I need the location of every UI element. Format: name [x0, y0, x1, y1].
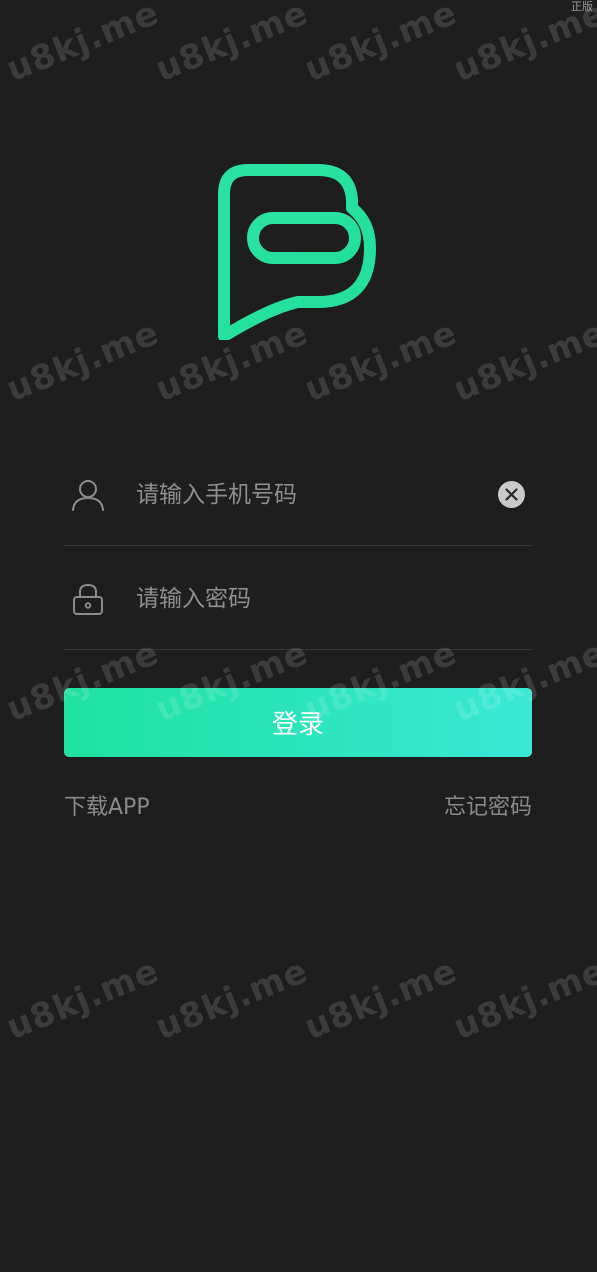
watermark: u8kj.me: [150, 950, 314, 1048]
watermark: u8kj.me: [448, 312, 597, 410]
watermark: u8kj.me: [299, 950, 463, 1048]
login-button[interactable]: 登录: [64, 688, 532, 757]
phone-input[interactable]: [136, 474, 486, 516]
password-field-row: [64, 548, 532, 650]
clear-phone-button[interactable]: [498, 481, 525, 508]
watermark: u8kj.me: [150, 0, 314, 91]
watermark: u8kj.me: [1, 0, 165, 91]
watermark: u8kj.me: [448, 950, 597, 1048]
watermark: u8kj.me: [299, 0, 463, 91]
password-input[interactable]: [136, 578, 486, 620]
user-icon: [72, 480, 104, 511]
phone-field-row: [64, 444, 532, 546]
watermark: u8kj.me: [1, 950, 165, 1048]
forgot-password-link[interactable]: 忘记密码: [444, 793, 532, 823]
lock-icon: [73, 583, 103, 615]
download-app-link[interactable]: 下载APP: [64, 793, 150, 823]
app-logo: [218, 164, 376, 340]
version-label: 正版: [571, 0, 593, 13]
clear-icon: [505, 488, 518, 501]
watermark: u8kj.me: [1, 312, 165, 410]
